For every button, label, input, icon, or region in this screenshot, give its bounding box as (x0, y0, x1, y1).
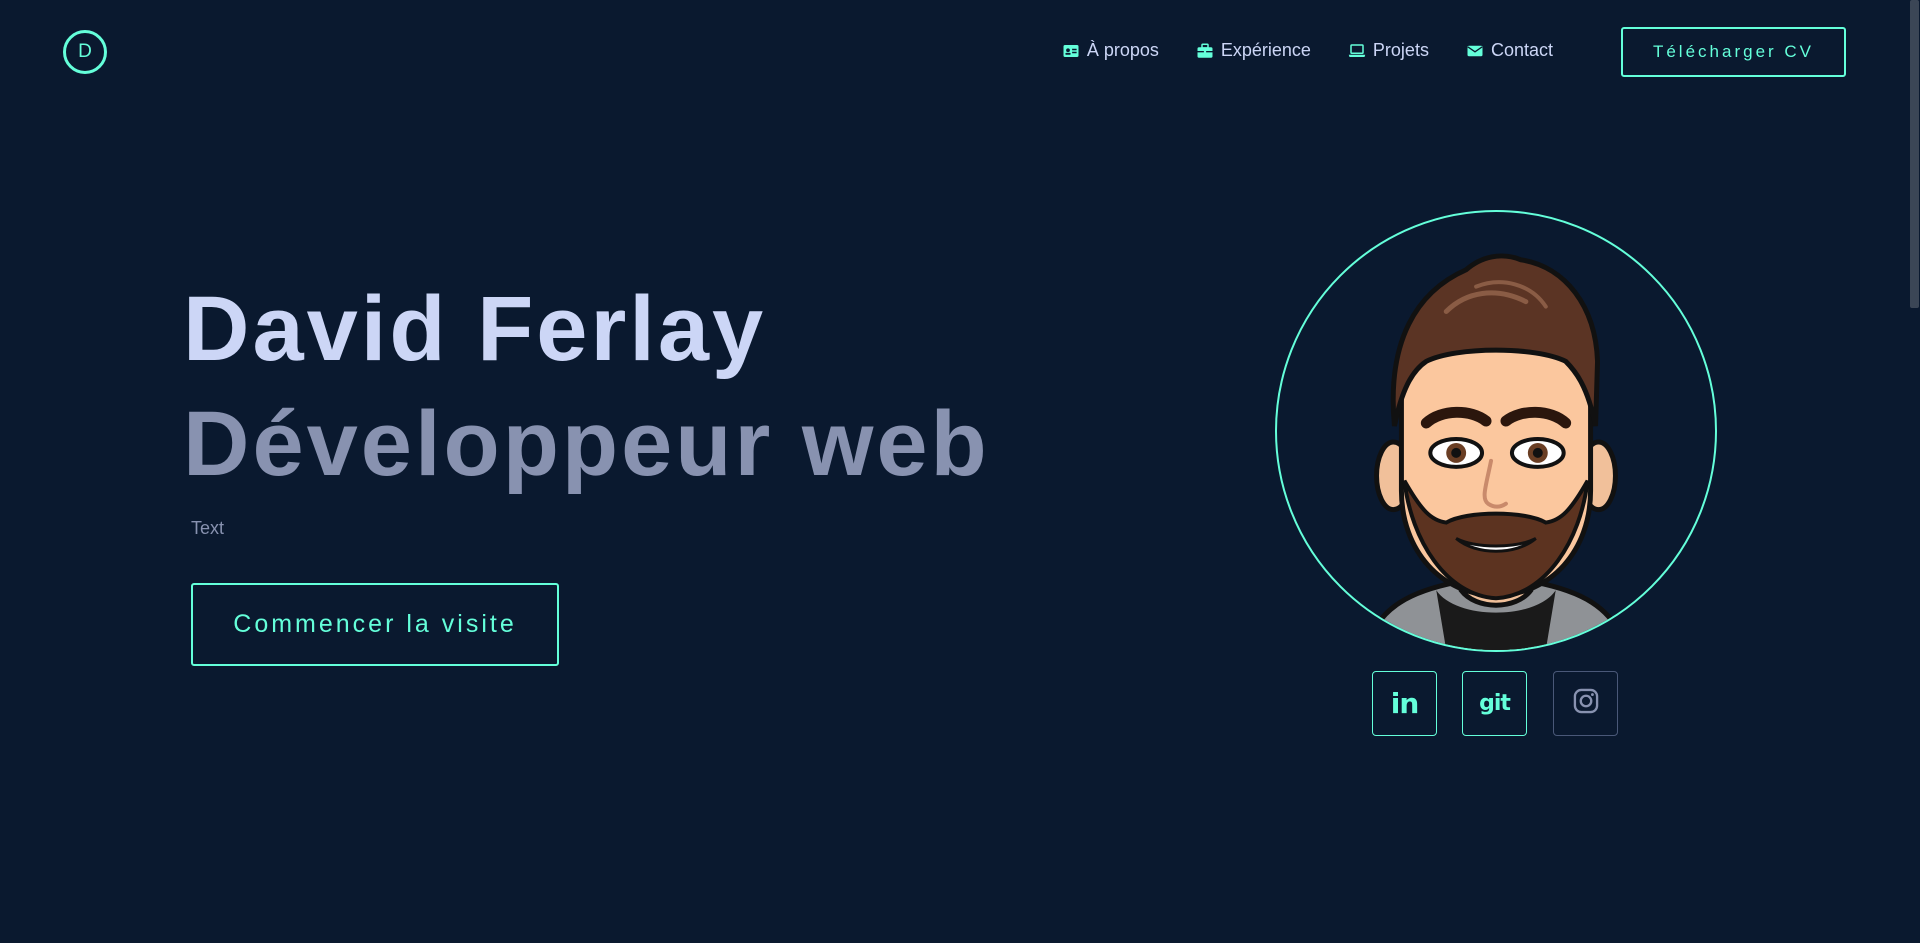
nav-label: À propos (1086, 40, 1159, 60)
download-cv-button[interactable]: Télécharger CV (1621, 27, 1846, 77)
id-card-icon (1062, 42, 1080, 60)
nav-item-a-propos[interactable]: À propos (1062, 40, 1159, 61)
nav-item-contact[interactable]: Contact (1466, 40, 1553, 61)
envelope-icon (1466, 42, 1484, 60)
hero-role: Développeur web (183, 393, 990, 495)
hero-text: Text (191, 518, 225, 538)
nav-item-projets[interactable]: Projets (1348, 40, 1429, 61)
git-button[interactable]: git (1462, 671, 1527, 736)
instagram-icon (1572, 687, 1600, 720)
main-nav: À propos Expérience Projets Contact (1062, 40, 1553, 61)
scrollbar[interactable] (1909, 0, 1920, 943)
logo[interactable]: D (63, 30, 107, 74)
avatar (1275, 210, 1717, 652)
linkedin-icon: in (1390, 687, 1420, 720)
scrollbar-thumb[interactable] (1910, 0, 1919, 308)
hero-name: David Ferlay (183, 278, 767, 380)
start-tour-button[interactable]: Commencer la visite (191, 583, 559, 666)
git-icon: git (1479, 691, 1511, 716)
laptop-icon (1348, 42, 1366, 60)
page: D À propos Expérience Projets Contact Té… (0, 0, 1920, 943)
nav-label: Projets (1372, 40, 1429, 60)
nav-label: Contact (1490, 40, 1553, 60)
briefcase-icon (1196, 42, 1214, 60)
nav-item-experience[interactable]: Expérience (1196, 40, 1311, 61)
instagram-button[interactable] (1553, 671, 1618, 736)
logo-letter: D (78, 41, 92, 62)
linkedin-button[interactable]: in (1372, 671, 1437, 736)
nav-label: Expérience (1220, 40, 1311, 60)
